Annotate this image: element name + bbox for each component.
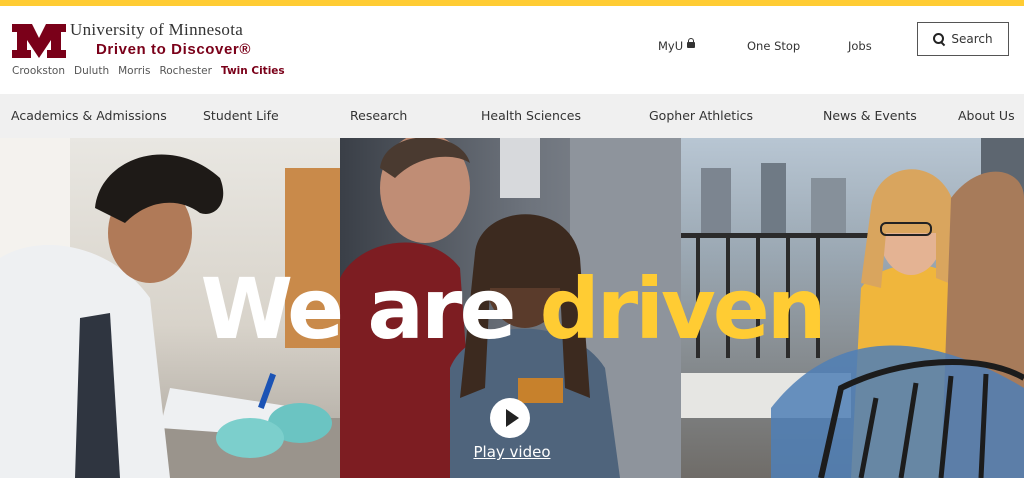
play-icon[interactable] <box>490 398 530 438</box>
hero-banner: We are driven Play video <box>0 138 1024 478</box>
nav-item-student-life[interactable]: Student Life <box>203 108 279 123</box>
campus-link-rochester[interactable]: Rochester <box>159 65 212 77</box>
block-m-logo <box>12 24 66 58</box>
campus-link-duluth[interactable]: Duluth <box>74 65 109 77</box>
one-stop-link[interactable]: One Stop <box>747 39 800 53</box>
myu-label: MyU <box>658 39 684 53</box>
headline-white: We are <box>200 260 516 358</box>
nav-item-gopher-athletics[interactable]: Gopher Athletics <box>649 108 753 123</box>
campus-link-morris[interactable]: Morris <box>118 65 150 77</box>
campus-links: Crookston Duluth Morris Rochester Twin C… <box>12 65 285 77</box>
nav-item-health-sciences[interactable]: Health Sciences <box>481 108 581 123</box>
campus-link-twin-cities[interactable]: Twin Cities <box>221 65 285 77</box>
tagline: Driven to Discover® <box>96 41 251 58</box>
nav-item-about-us[interactable]: About Us <box>958 108 1015 123</box>
campus-link-crookston[interactable]: Crookston <box>12 65 65 77</box>
nav-item-news-events[interactable]: News & Events <box>823 108 917 123</box>
hero-headline: We are driven <box>0 267 1024 351</box>
myu-link[interactable]: MyU <box>658 38 696 53</box>
nav-item-research[interactable]: Research <box>350 108 407 123</box>
lock-icon <box>687 38 696 50</box>
jobs-link[interactable]: Jobs <box>848 39 872 53</box>
search-label: Search <box>951 32 993 46</box>
main-nav: Academics & Admissions Student Life Rese… <box>0 94 1024 138</box>
play-video-link[interactable]: Play video <box>471 443 553 461</box>
headline-gold: driven <box>539 260 827 358</box>
university-name: University of Minnesota <box>70 20 244 39</box>
nav-item-academics-admissions[interactable]: Academics & Admissions <box>11 108 167 123</box>
search-icon <box>933 33 945 45</box>
search-button[interactable]: Search <box>917 22 1009 56</box>
site-header: University of Minnesota Driven to Discov… <box>0 6 1024 94</box>
